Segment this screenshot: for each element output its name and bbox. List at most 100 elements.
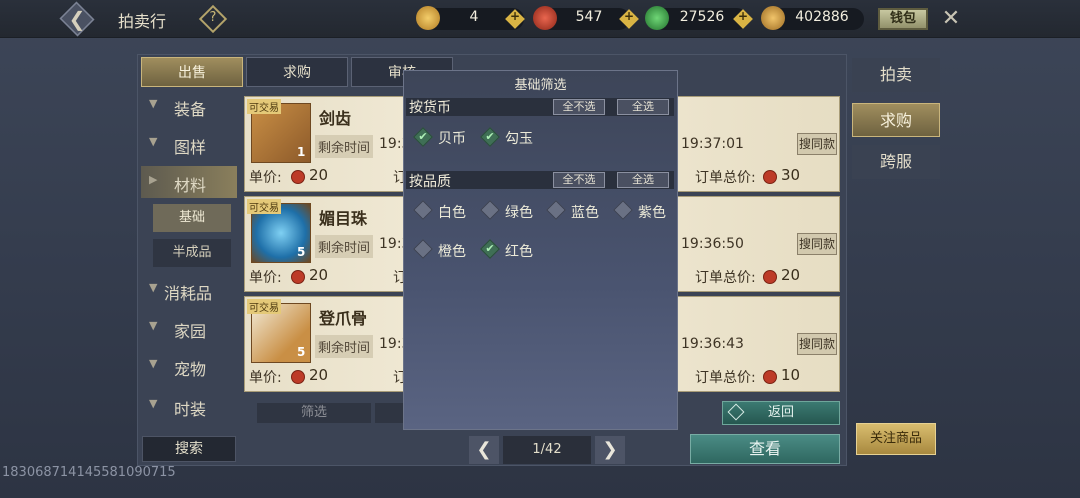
search-same-button[interactable]: 搜同款 — [797, 233, 837, 255]
tradable-badge: 可交易 — [247, 99, 281, 114]
category-consumable[interactable]: ▼ 消耗品 — [141, 274, 237, 306]
category-pattern[interactable]: ▼ 图样 — [141, 128, 237, 160]
prev-page-button[interactable]: ❮ — [469, 436, 499, 464]
category-equipment[interactable]: ▼ 装备 — [141, 90, 237, 122]
view-button[interactable]: 查看 — [690, 434, 840, 464]
check-icon: ✔ — [485, 130, 495, 143]
currency-section-label: 按货币 — [409, 100, 451, 116]
quality-blue-label: 蓝色 — [571, 205, 599, 221]
quality-red-label: 红色 — [505, 244, 533, 260]
tradable-badge: 可交易 — [247, 199, 281, 214]
chevron-down-icon: ▼ — [149, 357, 158, 370]
page-title: 拍卖行 — [118, 12, 167, 31]
item-quantity: 5 — [297, 245, 306, 259]
red-coin-icon — [763, 170, 777, 184]
order-total-label: 订单总价: — [695, 170, 756, 186]
chevron-down-icon: ▼ — [149, 281, 158, 294]
red-coin-icon — [763, 270, 777, 284]
quality-green-label: 绿色 — [505, 205, 533, 221]
jade-icon — [645, 6, 669, 30]
currency-select-all-button[interactable]: 全选 — [617, 99, 669, 115]
order-total-label: 订单总价: — [695, 270, 756, 286]
tab-sell[interactable]: 出售 — [141, 57, 243, 87]
quality-purple-label: 紫色 — [638, 205, 666, 221]
chevron-left-icon[interactable]: ❮ — [64, 5, 90, 33]
tab-cross-server[interactable]: 跨服 — [852, 145, 940, 179]
tradable-badge: 可交易 — [247, 299, 281, 314]
category-fashion[interactable]: ▼ 时装 — [141, 390, 237, 422]
order-total-label: 订单总价: — [695, 370, 756, 386]
plus-icon[interactable]: + — [508, 9, 522, 23]
quality-select-all-button[interactable]: 全选 — [617, 172, 669, 188]
currency-token-value: 4 — [469, 9, 479, 25]
modal-title: 基础筛选 — [514, 78, 567, 93]
unit-price-value: 20 — [309, 166, 329, 184]
user-id-watermark: 18306871414558109071​5 — [2, 465, 176, 480]
chevron-down-icon: ▼ — [149, 97, 158, 110]
follow-items-button[interactable]: 关注商品 — [856, 423, 936, 455]
order-total-value: 20 — [781, 266, 801, 284]
order-time: 19:36:43 — [681, 336, 744, 352]
quality-orange-label: 橙色 — [438, 244, 466, 260]
chevron-down-icon: ▼ — [149, 397, 158, 410]
subcategory-basic[interactable]: 基础 — [153, 204, 231, 232]
unit-price-value: 20 — [309, 366, 329, 384]
tab-wanted[interactable]: 求购 — [852, 103, 940, 137]
item-name: 媚目珠 — [319, 209, 368, 228]
tab-buy[interactable]: 求购 — [246, 57, 348, 87]
search-same-button[interactable]: 搜同款 — [797, 133, 837, 155]
order-time: 19:37:01 — [681, 136, 744, 152]
remaining-time-label: 剩余时间 — [315, 235, 374, 258]
secondary-filter-button[interactable] — [375, 403, 405, 423]
next-page-button[interactable]: ❯ — [595, 436, 625, 464]
plus-icon[interactable]: + — [736, 9, 750, 23]
order-total-value: 10 — [781, 366, 801, 384]
remaining-time-label: 剩余时间 — [315, 335, 374, 358]
chevron-right-icon: ▶ — [149, 173, 158, 186]
red-coin-icon — [763, 370, 777, 384]
order-total-value: 30 — [781, 166, 801, 184]
red-coin-icon — [291, 270, 305, 284]
page-indicator: 1/42 — [503, 436, 591, 464]
chevron-down-icon: ▼ — [149, 319, 158, 332]
remaining-time-label: 剩余时间 — [315, 135, 374, 158]
search-same-button[interactable]: 搜同款 — [797, 333, 837, 355]
subcategory-semi-finished[interactable]: 半成品 — [153, 239, 231, 267]
order-time: 19:36:50 — [681, 236, 744, 252]
currency-jade-value: 27526 — [679, 9, 725, 25]
quality-white-label: 白色 — [438, 205, 466, 221]
check-icon: ✔ — [485, 242, 495, 255]
red-coin-icon — [291, 370, 305, 384]
item-quantity: 1 — [297, 145, 306, 159]
item-name: 登爪骨 — [319, 309, 368, 328]
unit-price-value: 20 — [309, 266, 329, 284]
item-quantity: 5 — [297, 345, 306, 359]
unit-price-label: 单价: — [249, 370, 282, 386]
help-icon[interactable]: ? — [203, 8, 223, 28]
red-coin-icon — [533, 6, 557, 30]
check-icon: ✔ — [418, 130, 428, 143]
currency-option-gouyu-label: 勾玉 — [505, 131, 533, 147]
category-pet[interactable]: ▼ 宠物 — [141, 350, 237, 382]
currency-red-coin-value: 547 — [575, 9, 603, 25]
currency-select-none-button[interactable]: 全不选 — [553, 99, 605, 115]
token-icon — [416, 6, 440, 30]
unit-price-label: 单价: — [249, 170, 282, 186]
unit-price-label: 单价: — [249, 270, 282, 286]
close-icon[interactable]: ✕ — [938, 6, 964, 32]
chevron-down-icon: ▼ — [149, 135, 158, 148]
currency-gold-value: 402886 — [795, 9, 849, 25]
category-material[interactable]: ▶ 材料 — [141, 166, 237, 198]
filter-button[interactable]: 筛选 — [257, 403, 371, 423]
category-home[interactable]: ▼ 家园 — [141, 312, 237, 344]
search-button[interactable]: 搜索 — [142, 436, 236, 462]
tab-auction[interactable]: 拍卖 — [852, 58, 940, 92]
quality-section-label: 按品质 — [409, 174, 451, 190]
item-name: 剑齿 — [319, 109, 352, 128]
wallet-button[interactable]: 钱包 — [878, 8, 928, 30]
quality-select-none-button[interactable]: 全不选 — [553, 172, 605, 188]
gold-icon — [761, 6, 785, 30]
plus-icon[interactable]: + — [622, 9, 636, 23]
red-coin-icon — [291, 170, 305, 184]
currency-option-beibi-label: 贝币 — [438, 131, 466, 147]
